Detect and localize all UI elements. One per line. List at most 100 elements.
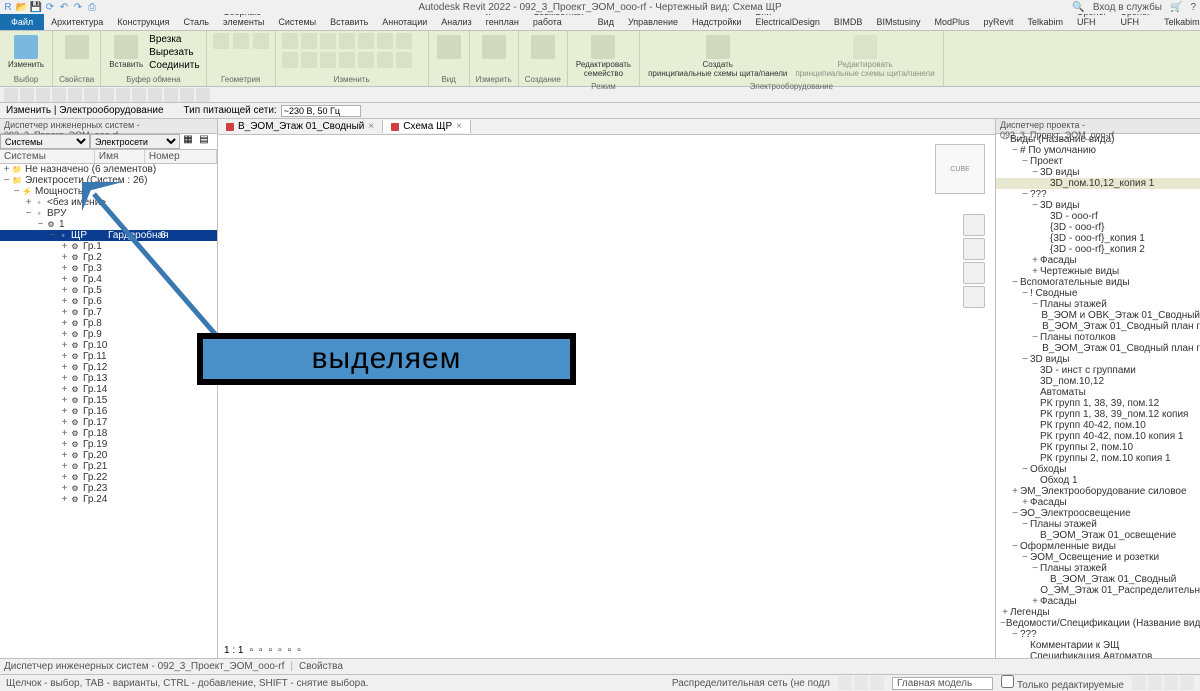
browser-item[interactable]: −ЭОМ_Освещение и розетки: [996, 552, 1200, 563]
tree-circuit[interactable]: +⚙Гр.23: [0, 483, 217, 494]
system-tree[interactable]: +📁Не назначено (6 элементов) −📁Электросе…: [0, 164, 217, 658]
browser-item[interactable]: РК групп 1, 38, 39_пом.12 копия: [996, 409, 1200, 420]
tree-panel-selected[interactable]: −▫ЩРГардеробная6: [0, 230, 217, 241]
browser-item[interactable]: −3D виды: [996, 200, 1200, 211]
vb-5[interactable]: [68, 88, 82, 102]
ribbon-tab[interactable]: Конструкция: [110, 14, 176, 30]
print-icon[interactable]: ⎙: [86, 1, 98, 13]
vc-6[interactable]: ▫: [297, 645, 301, 656]
mod-1[interactable]: [282, 33, 298, 49]
nav-wheel-icon[interactable]: [963, 214, 985, 236]
browser-item[interactable]: 3D - инст с группами: [996, 365, 1200, 376]
browser-item[interactable]: В_ЭОМ_Этаж 01_Сводный план г: [996, 321, 1200, 332]
nav-orbit-icon[interactable]: [963, 286, 985, 308]
vb-9[interactable]: [132, 88, 146, 102]
sync-icon[interactable]: ⟳: [44, 1, 56, 13]
tree-circuit[interactable]: +⚙Гр.15: [0, 395, 217, 406]
browser-item[interactable]: 3D_пом.10,12_копия 1: [996, 178, 1200, 189]
mod-10[interactable]: [320, 52, 336, 68]
tree-circuit-1[interactable]: −⚙1: [0, 219, 217, 230]
mod-14[interactable]: [396, 52, 412, 68]
tree-circuit[interactable]: +⚙Гр.8: [0, 318, 217, 329]
vc-5[interactable]: ▫: [288, 645, 292, 656]
vc-1[interactable]: ▫: [249, 645, 253, 656]
mod-11[interactable]: [339, 52, 355, 68]
sb-6[interactable]: [1164, 676, 1178, 690]
vb-4[interactable]: [52, 88, 66, 102]
geom-btn-3[interactable]: [253, 33, 269, 49]
cut2-option[interactable]: Вырезать: [149, 47, 199, 58]
ribbon-tab[interactable]: Аннотации: [375, 14, 434, 30]
tree-circuit[interactable]: +⚙Гр.17: [0, 417, 217, 428]
browser-item[interactable]: −???: [996, 189, 1200, 200]
tree-circuit[interactable]: +⚙Гр.10: [0, 340, 217, 351]
browser-item[interactable]: РК групп 1, 38, 39, пом.12: [996, 398, 1200, 409]
browser-item[interactable]: −! Сводные: [996, 288, 1200, 299]
filter-electrical[interactable]: Электросети: [90, 134, 180, 149]
scale-display[interactable]: 1 : 1: [224, 645, 243, 656]
browser-item[interactable]: 3D - ооо-rf: [996, 211, 1200, 222]
browser-item[interactable]: −3D виды: [996, 354, 1200, 365]
mod-8[interactable]: [282, 52, 298, 68]
measure-button[interactable]: [476, 33, 512, 61]
browser-item[interactable]: −Планы этажей: [996, 299, 1200, 310]
tree-circuit[interactable]: +⚙Гр.21: [0, 461, 217, 472]
vb-7[interactable]: [100, 88, 114, 102]
modify-button[interactable]: Изменить: [6, 33, 46, 71]
filter-systems[interactable]: Системы: [0, 134, 90, 149]
vc-2[interactable]: ▫: [259, 645, 263, 656]
browser-item[interactable]: {3D - ооо-rf}_копия 1: [996, 233, 1200, 244]
browser-item[interactable]: +Чертежные виды: [996, 266, 1200, 277]
tree-vru[interactable]: −▫ВРУ: [0, 208, 217, 219]
open-icon[interactable]: 📂: [16, 1, 28, 13]
sb-3[interactable]: [870, 676, 884, 690]
doc-tab-2[interactable]: Схема ЩР×: [383, 120, 471, 133]
browser-item[interactable]: −Оформленные виды: [996, 541, 1200, 552]
edit-family-button[interactable]: Редактировать семейство: [574, 33, 633, 80]
vc-3[interactable]: ▫: [269, 645, 273, 656]
join-option[interactable]: Соединить: [149, 60, 199, 71]
tree-circuit[interactable]: +⚙Гр.3: [0, 263, 217, 274]
browser-item[interactable]: 3D_пом.10,12: [996, 376, 1200, 387]
readonly-checkbox[interactable]: Только редактируемые: [1001, 675, 1124, 691]
ribbon-tab[interactable]: Telkabim: [1020, 14, 1070, 30]
browser-item[interactable]: −Вспомогательные виды: [996, 277, 1200, 288]
vb-6[interactable]: [84, 88, 98, 102]
tree-circuit[interactable]: +⚙Гр.5: [0, 285, 217, 296]
tree-circuit[interactable]: +⚙Гр.13: [0, 373, 217, 384]
tree-circuit[interactable]: +⚙Гр.4: [0, 274, 217, 285]
browser-item[interactable]: РК групп 40-42, пом.10 копия 1: [996, 431, 1200, 442]
tree-circuit[interactable]: +⚙Гр.19: [0, 439, 217, 450]
browser-item[interactable]: В_ЭОМ_Этаж 01_Сводный: [996, 574, 1200, 585]
browser-item[interactable]: РК группы 2, пом.10: [996, 442, 1200, 453]
tree-circuit[interactable]: +⚙Гр.7: [0, 307, 217, 318]
ribbon-tab[interactable]: pyRevit: [976, 14, 1020, 30]
tree-circuit[interactable]: +⚙Гр.6: [0, 296, 217, 307]
vc-4[interactable]: ▫: [278, 645, 282, 656]
sb-1[interactable]: [838, 676, 852, 690]
browser-item[interactable]: −Проект: [996, 156, 1200, 167]
browser-item[interactable]: О_ЭМ_Этаж 01_Распределительн: [996, 585, 1200, 596]
mod-12[interactable]: [358, 52, 374, 68]
browser-item[interactable]: +Фасады: [996, 596, 1200, 607]
tree-circuit[interactable]: +⚙Гр.18: [0, 428, 217, 439]
mod-3[interactable]: [320, 33, 336, 49]
ribbon-tab[interactable]: BIMstusiny: [869, 14, 927, 30]
browser-item[interactable]: +ЭМ_Электрооборудование силовое: [996, 486, 1200, 497]
browser-item[interactable]: −Планы этажей: [996, 519, 1200, 530]
browser-item[interactable]: −???: [996, 629, 1200, 640]
ribbon-tab[interactable]: Вставить: [323, 14, 375, 30]
browser-item[interactable]: {3D - ооо-rf}: [996, 222, 1200, 233]
browser-item[interactable]: В_ЭОМ и OBK_Этаж 01_Сводный: [996, 310, 1200, 321]
ribbon-tab[interactable]: BIMDB: [827, 14, 870, 30]
geom-btn-1[interactable]: [213, 33, 229, 49]
filter-icon-1[interactable]: ▦: [180, 134, 196, 149]
mod-2[interactable]: [301, 33, 317, 49]
vb-13[interactable]: [196, 88, 210, 102]
tree-power[interactable]: −⚡Мощность: [0, 186, 217, 197]
browser-item[interactable]: +Фасады: [996, 497, 1200, 508]
tree-circuit[interactable]: +⚙Гр.14: [0, 384, 217, 395]
browser-item[interactable]: Комментарии к ЭЩ: [996, 640, 1200, 651]
cart-icon[interactable]: 🛒: [1170, 2, 1182, 13]
browser-item[interactable]: −ЭО_Электроосвещение: [996, 508, 1200, 519]
